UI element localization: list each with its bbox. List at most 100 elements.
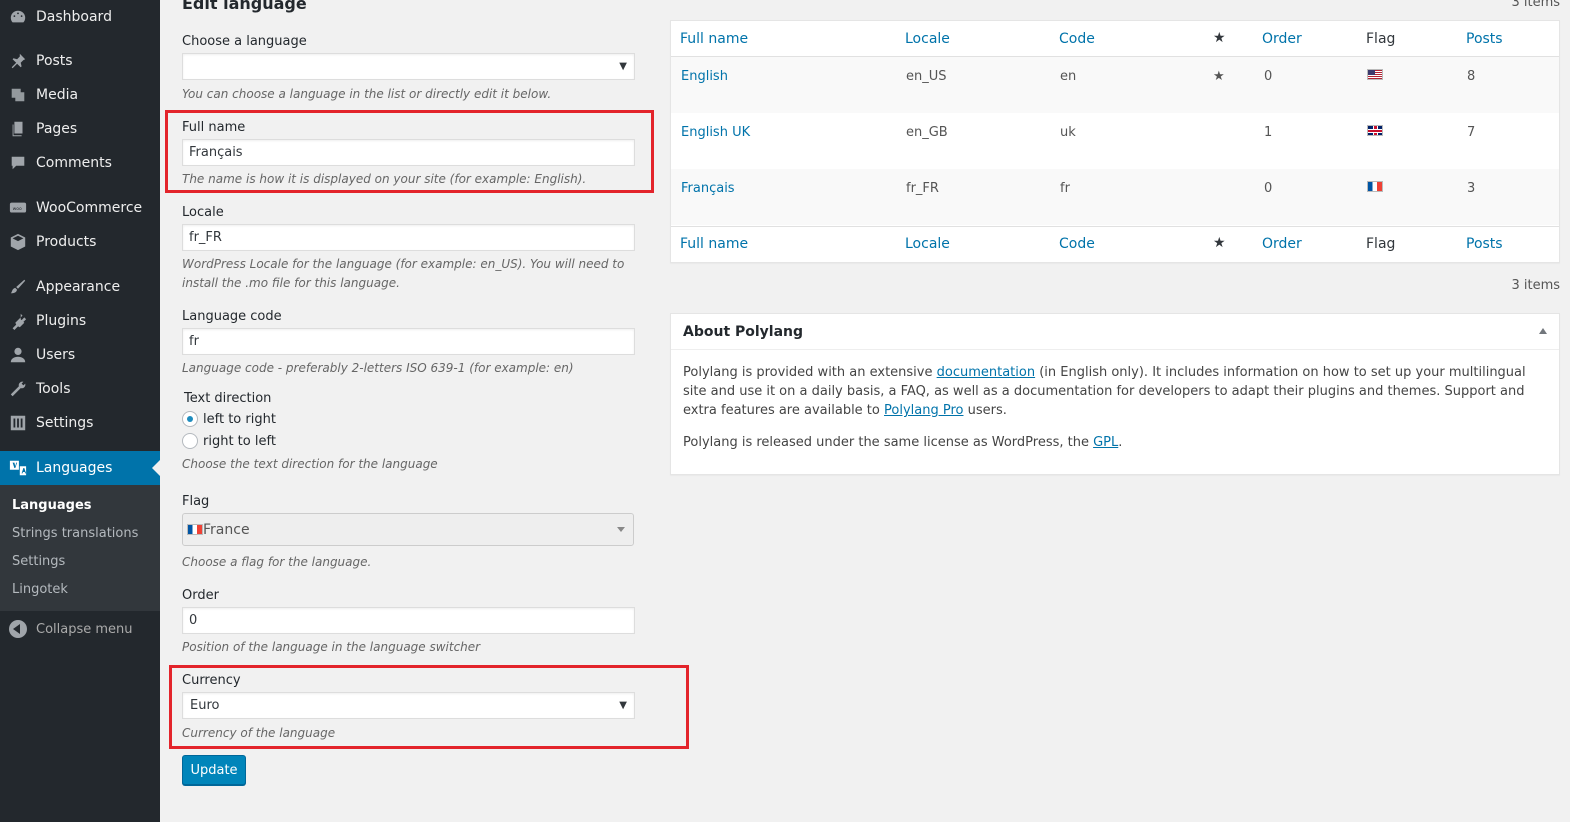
radio-left-to-right[interactable]: left to right [182,411,276,427]
sidebar-item-users[interactable]: Users [0,338,160,372]
gb-flag-icon [1367,125,1383,136]
sidebar-item-media[interactable]: Media [0,78,160,112]
footer-header-flag: Flag [1366,236,1396,252]
column-header-code[interactable]: Code [1059,31,1095,47]
locale-description: WordPress Locale for the language (for e… [182,257,625,290]
languages-table: Full name Locale Code ★ Order Flag Posts… [670,20,1560,263]
items-count-top: 3 items [1511,0,1560,10]
plug-icon [8,311,28,331]
submenu-item-lingotek[interactable]: Lingotek [12,582,68,597]
woocommerce-icon: woo [8,198,28,218]
footer-header-order[interactable]: Order [1262,236,1302,252]
sidebar-item-settings[interactable]: Settings [0,406,160,440]
sidebar-item-plugins[interactable]: Plugins [0,304,160,338]
footer-header-full-name[interactable]: Full name [680,236,748,252]
update-button[interactable]: Update [182,755,246,785]
sidebar-item-languages[interactable]: Languages [0,451,160,485]
about-text: users. [963,403,1007,418]
language-code-input[interactable] [182,328,635,355]
row-posts[interactable]: 8 [1467,69,1475,84]
row-order: 0 [1264,69,1273,84]
sidebar-item-label: Comments [36,155,112,171]
full-name-description: The name is how it is displayed on your … [182,172,587,186]
submenu-item-settings[interactable]: Settings [12,554,65,569]
user-icon [8,345,28,365]
choose-language-select[interactable]: ▼ [182,53,635,80]
collapse-menu-label: Collapse menu [36,621,133,637]
polylang-pro-link[interactable]: Polylang Pro [884,403,963,418]
row-full-name-link[interactable]: English UK [681,125,750,140]
table-row: Français fr_FR fr 0 3 [671,169,1559,225]
sidebar-item-label: Dashboard [36,9,112,25]
choose-language-description: You can choose a language in the list or… [182,87,552,101]
language-code-description: Language code - preferably 2-letters ISO… [182,361,574,375]
row-code: fr [1060,181,1070,196]
sidebar-item-comments[interactable]: Comments [0,146,160,180]
currency-select-value: Euro [190,698,220,713]
sidebar-item-label: Posts [36,53,73,69]
radio-right-to-left[interactable]: right to left [182,433,276,449]
row-posts[interactable]: 7 [1467,125,1475,140]
svg-text:woo: woo [13,207,22,212]
column-header-posts[interactable]: Posts [1466,31,1503,47]
submenu-item-languages[interactable]: Languages [12,498,92,513]
about-box-header[interactable]: About Polylang [671,314,1559,350]
radio-button-checked[interactable] [182,411,198,427]
translation-icon [8,458,28,478]
radio-button-unchecked[interactable] [182,433,198,449]
media-icon [8,85,28,105]
about-paragraph-2: Polylang is released under the same lice… [683,433,1549,452]
column-header-order[interactable]: Order [1262,31,1302,47]
about-text: Polylang is released under the same lice… [683,435,1094,450]
row-posts[interactable]: 3 [1467,181,1475,196]
order-description: Position of the language in the language… [182,640,481,654]
footer-header-code[interactable]: Code [1059,236,1095,252]
sidebar-item-label: Appearance [36,279,121,295]
locale-input[interactable] [182,224,635,251]
sidebar-item-dashboard[interactable]: Dashboard [0,0,160,34]
row-code: en [1060,69,1077,84]
collapse-toggle-icon[interactable] [1539,328,1547,334]
currency-description: Currency of the language [182,726,336,740]
collapse-menu-button[interactable]: Collapse menu [0,617,160,641]
locale-label: Locale [182,205,224,220]
row-full-name-link[interactable]: English [681,69,728,84]
column-header-full-name[interactable]: Full name [680,31,748,47]
sidebar-item-tools[interactable]: Tools [0,372,160,406]
sidebar-item-label: Tools [36,381,71,397]
footer-header-locale[interactable]: Locale [905,236,950,252]
gpl-link[interactable]: GPL [1093,435,1118,450]
about-text: . [1118,435,1123,450]
full-name-input[interactable] [182,139,635,166]
documentation-link[interactable]: documentation [937,365,1035,380]
comment-icon [8,153,28,173]
text-direction-label: Text direction [184,391,272,406]
sidebar-item-appearance[interactable]: Appearance [0,270,160,304]
flag-select[interactable]: France [182,513,634,546]
sidebar-item-label: Users [36,347,76,363]
choose-language-label: Choose a language [182,34,307,49]
sidebar-item-woocommerce[interactable]: woo WooCommerce [0,191,160,225]
pin-icon [8,51,28,71]
order-input[interactable] [182,607,635,634]
column-header-locale[interactable]: Locale [905,31,950,47]
us-flag-icon [1367,69,1383,80]
footer-header-posts[interactable]: Posts [1466,236,1503,252]
sidebar-item-pages[interactable]: Pages [0,112,160,146]
sidebar-item-label: Settings [36,415,94,431]
row-locale: fr_FR [906,181,939,196]
wrench-icon [8,379,28,399]
admin-sidebar: Dashboard Posts Media Pages Comments woo… [0,0,160,822]
currency-select[interactable]: Euro ▼ [182,692,635,719]
sidebar-item-label: Products [36,234,97,250]
row-full-name-link[interactable]: Français [681,181,735,196]
sidebar-item-posts[interactable]: Posts [0,44,160,78]
radio-rtl-label: right to left [203,433,276,449]
default-language-star-icon: ★ [1213,235,1226,251]
column-header-flag: Flag [1366,31,1396,47]
sidebar-item-products[interactable]: Products [0,225,160,259]
row-order: 0 [1264,181,1273,196]
sidebar-item-label: Plugins [36,313,87,329]
about-box-title: About Polylang [683,324,804,340]
submenu-item-strings-translations[interactable]: Strings translations [12,526,138,541]
